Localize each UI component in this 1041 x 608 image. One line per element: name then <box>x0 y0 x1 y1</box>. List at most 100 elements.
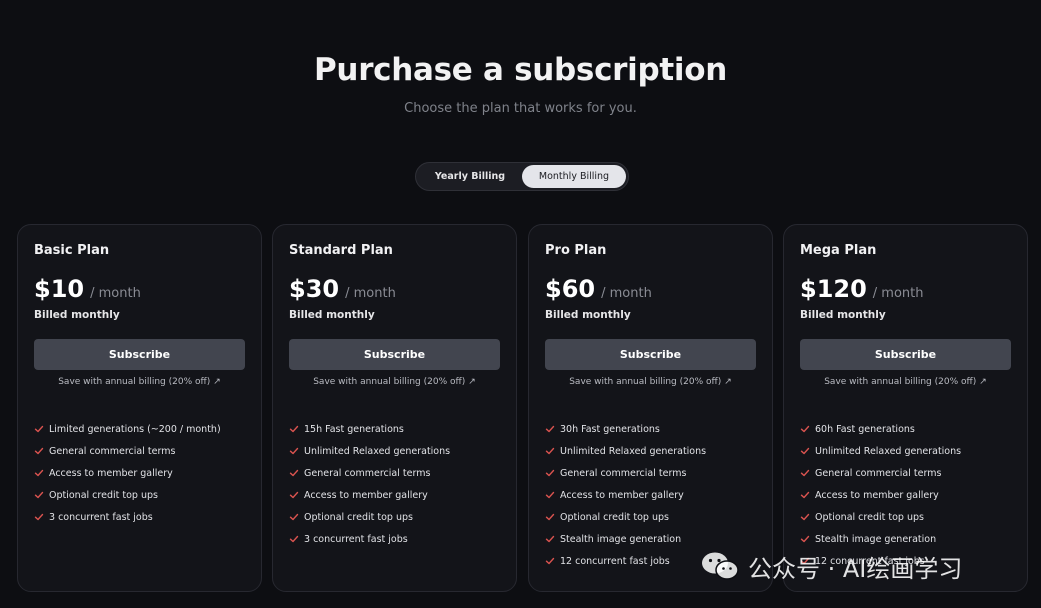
feature-item: Stealth image generation <box>800 528 961 550</box>
price-period: / month <box>601 286 652 301</box>
watermark-text: 公众号 · AI绘画学习 <box>748 554 963 583</box>
check-icon <box>800 469 810 477</box>
price-period: / month <box>345 286 396 301</box>
check-icon <box>545 447 555 455</box>
price-row: $120 / month <box>800 275 924 303</box>
watermark: 公众号 · AI绘画学习 <box>700 548 962 584</box>
price-period: / month <box>90 286 141 301</box>
plan-price: $120 <box>800 275 867 303</box>
price-row: $60 / month <box>545 275 652 303</box>
feature-text: Access to member gallery <box>560 489 684 501</box>
feature-item: Unlimited Relaxed generations <box>800 440 961 462</box>
feature-item: Access to member gallery <box>34 462 221 484</box>
feature-item: General commercial terms <box>800 462 961 484</box>
check-icon <box>545 557 555 565</box>
feature-item: Access to member gallery <box>289 484 450 506</box>
yearly-billing-tab[interactable]: Yearly Billing <box>418 165 522 188</box>
check-icon <box>34 513 44 521</box>
check-icon <box>800 491 810 499</box>
check-icon <box>34 469 44 477</box>
external-arrow-icon: ↗ <box>468 377 476 387</box>
annual-billing-link[interactable]: Save with annual billing (20% off) ↗ <box>529 377 772 387</box>
plan-card: Pro Plan $60 / month Billed monthly Subscrib… <box>528 224 773 592</box>
check-icon <box>545 425 555 433</box>
annual-billing-link[interactable]: Save with annual billing (20% off) ↗ <box>784 377 1027 387</box>
feature-text: Optional credit top ups <box>815 511 924 523</box>
annual-billing-text: Save with annual billing (20% off) <box>313 377 466 387</box>
subscribe-button[interactable]: Subscribe <box>289 339 500 370</box>
annual-billing-text: Save with annual billing (20% off) <box>58 377 211 387</box>
feature-text: Optional credit top ups <box>49 489 158 501</box>
price-period: / month <box>872 286 924 301</box>
subscribe-button[interactable]: Subscribe <box>800 339 1011 370</box>
feature-item: Access to member gallery <box>545 484 706 506</box>
feature-item: Optional credit top ups <box>34 484 221 506</box>
plan-price: $30 <box>289 275 340 303</box>
check-icon <box>34 425 44 433</box>
external-arrow-icon: ↗ <box>213 377 221 387</box>
feature-list: 15h Fast generations Unlimited Relaxed ge… <box>289 418 450 550</box>
plan-card: Basic Plan $10 / month Billed monthly Subscr… <box>17 224 262 592</box>
feature-text: Unlimited Relaxed generations <box>304 445 451 457</box>
billing-cycle: Billed monthly <box>800 309 886 321</box>
feature-item: 15h Fast generations <box>289 418 450 440</box>
feature-item: Access to member gallery <box>800 484 961 506</box>
plan-cards: Basic Plan $10 / month Billed monthly Subscr… <box>17 224 1029 592</box>
feature-item: 60h Fast generations <box>800 418 961 440</box>
annual-billing-link[interactable]: Save with annual billing (20% off) ↗ <box>273 377 516 387</box>
monthly-billing-tab[interactable]: Monthly Billing <box>522 165 626 188</box>
plan-price: $10 <box>34 275 85 303</box>
check-icon <box>545 513 555 521</box>
annual-billing-link[interactable]: Save with annual billing (20% off) ↗ <box>18 377 261 387</box>
check-icon <box>800 447 810 455</box>
feature-text: General commercial terms <box>304 467 431 479</box>
feature-text: Optional credit top ups <box>560 511 669 523</box>
feature-item: 30h Fast generations <box>545 418 706 440</box>
check-icon <box>289 535 299 543</box>
feature-text: Access to member gallery <box>49 467 173 479</box>
feature-item: Unlimited Relaxed generations <box>289 440 450 462</box>
feature-item: Stealth image generation <box>545 528 706 550</box>
price-row: $30 / month <box>289 275 396 303</box>
check-icon <box>289 513 299 521</box>
check-icon <box>545 469 555 477</box>
subscribe-button[interactable]: Subscribe <box>545 339 756 370</box>
feature-item: Limited generations (~200 / month) <box>34 418 221 440</box>
page-title: Purchase a subscription <box>314 52 727 88</box>
feature-text: General commercial terms <box>815 467 942 479</box>
feature-text: 15h Fast generations <box>304 423 404 435</box>
feature-text: Optional credit top ups <box>304 511 413 523</box>
billing-cycle: Billed monthly <box>545 309 631 321</box>
plan-card: Standard Plan $30 / month Billed monthly Sub… <box>272 224 517 592</box>
check-icon <box>800 535 810 543</box>
feature-text: Stealth image generation <box>560 533 682 545</box>
feature-item: Optional credit top ups <box>289 506 450 528</box>
feature-text: 60h Fast generations <box>815 423 915 435</box>
feature-list: 30h Fast generations Unlimited Relaxed ge… <box>545 418 706 572</box>
check-icon <box>34 491 44 499</box>
feature-text: Limited generations (~200 / month) <box>49 423 221 435</box>
feature-text: General commercial terms <box>49 445 176 457</box>
check-icon <box>545 535 555 543</box>
annual-billing-text: Save with annual billing (20% off) <box>569 377 722 387</box>
feature-item: General commercial terms <box>289 462 450 484</box>
check-icon <box>289 469 299 477</box>
plan-card: Mega Plan $120 / month Billed monthly Subscr… <box>783 224 1028 592</box>
check-icon <box>34 447 44 455</box>
feature-text: 30h Fast generations <box>560 423 660 435</box>
feature-text: 12 concurrent fast jobs <box>560 555 670 567</box>
feature-list: Limited generations (~200 / month) Genera… <box>34 418 221 528</box>
annual-billing-text: Save with annual billing (20% off) <box>824 377 977 387</box>
external-arrow-icon: ↗ <box>724 377 732 387</box>
wechat-icon <box>702 552 739 580</box>
price-row: $10 / month <box>34 275 141 303</box>
feature-item: General commercial terms <box>34 440 221 462</box>
feature-item: General commercial terms <box>545 462 706 484</box>
external-arrow-icon: ↗ <box>979 377 987 387</box>
subscribe-button[interactable]: Subscribe <box>34 339 245 370</box>
feature-text: 3 concurrent fast jobs <box>304 533 408 545</box>
plan-name: Pro Plan <box>545 243 607 258</box>
check-icon <box>800 513 810 521</box>
check-icon <box>289 425 299 433</box>
feature-text: Access to member gallery <box>815 489 939 501</box>
